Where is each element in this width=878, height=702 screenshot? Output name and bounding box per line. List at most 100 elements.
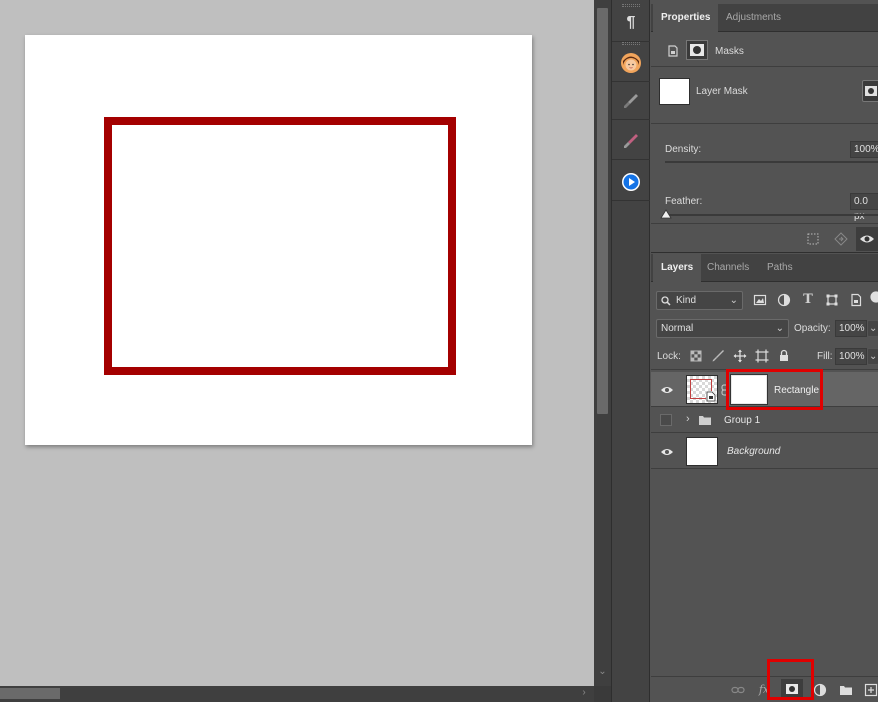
feather-label: Feather: bbox=[665, 196, 703, 207]
layer-row-background[interactable]: Background bbox=[651, 434, 878, 469]
play-circle-icon bbox=[622, 172, 640, 191]
mask-mode-button[interactable] bbox=[686, 40, 708, 60]
shape-filter-icon[interactable] bbox=[825, 293, 839, 307]
blend-row: Normal ⌄ Opacity: 100% ⌄ bbox=[651, 316, 878, 342]
horizontal-scroll-thumb[interactable] bbox=[0, 688, 60, 699]
adjustment-layer-icon[interactable] bbox=[813, 683, 827, 697]
eye-icon bbox=[661, 449, 673, 455]
brush-icon bbox=[624, 93, 638, 108]
pixel-mask-icon bbox=[690, 44, 704, 56]
folder-icon bbox=[699, 416, 711, 425]
vertical-scrollbar[interactable]: ⌄ bbox=[594, 0, 611, 686]
density-input[interactable]: 100% bbox=[850, 141, 878, 158]
right-panels: Properties Adjustments Masks Layer Mask … bbox=[651, 0, 878, 702]
document-canvas[interactable] bbox=[25, 35, 532, 445]
masks-title: Masks bbox=[715, 46, 744, 57]
layer-row-group-1[interactable]: › Group 1 bbox=[651, 408, 878, 433]
blend-mode-select[interactable]: Normal ⌄ bbox=[656, 319, 789, 338]
panel-icon-strip: ¶ bbox=[611, 0, 650, 702]
layer-mask-label: Layer Mask bbox=[696, 86, 748, 97]
filter-kind-value: Kind bbox=[676, 295, 697, 306]
lock-label: Lock: bbox=[657, 351, 681, 362]
density-row: Density: 100% bbox=[651, 125, 878, 177]
fill-dropdown[interactable]: ⌄ bbox=[867, 348, 878, 365]
search-icon bbox=[661, 296, 671, 306]
scroll-down-icon[interactable]: ⌄ bbox=[596, 666, 609, 680]
new-group-icon[interactable] bbox=[839, 683, 853, 697]
fill-input[interactable]: 100% bbox=[835, 348, 867, 365]
blend-mode-value: Normal bbox=[661, 323, 694, 334]
colored-brush-icon bbox=[624, 133, 638, 148]
layer-thumbnail-rectangle[interactable] bbox=[686, 375, 718, 404]
apply-mask-icon[interactable] bbox=[834, 232, 848, 246]
horizontal-scrollbar[interactable]: › bbox=[0, 686, 594, 702]
mask-icon bbox=[865, 86, 877, 96]
adjustment-filter-icon[interactable] bbox=[777, 293, 791, 307]
layer-mask-thumbnail[interactable] bbox=[659, 78, 690, 105]
tab-layers[interactable]: Layers bbox=[653, 254, 702, 282]
chevron-down-icon: ⌄ bbox=[869, 351, 878, 362]
actions-panel-button[interactable] bbox=[612, 163, 650, 201]
opacity-label: Opacity: bbox=[794, 323, 831, 334]
paragraph-panel-button[interactable]: ¶ bbox=[612, 4, 650, 42]
feather-row: Feather: 0.0 px bbox=[651, 178, 878, 224]
vertical-scroll-thumb[interactable] bbox=[597, 8, 608, 414]
layer-name-background[interactable]: Background bbox=[727, 446, 780, 457]
layer-visibility-toggle[interactable] bbox=[659, 444, 675, 460]
eye-icon bbox=[661, 387, 673, 393]
canvas-area[interactable] bbox=[0, 0, 594, 686]
filter-kind-select[interactable]: Kind ⌄ bbox=[656, 291, 743, 310]
tab-adjustments[interactable]: Adjustments bbox=[718, 4, 789, 32]
layer-mask-row: Layer Mask bbox=[651, 68, 878, 124]
layer-filter-row: Kind ⌄ T bbox=[651, 284, 878, 316]
properties-footer bbox=[651, 225, 878, 253]
face-icon bbox=[621, 52, 641, 73]
lock-transparent-icon[interactable] bbox=[689, 349, 703, 363]
highlight-add-mask-button bbox=[767, 659, 814, 700]
lock-artboard-icon[interactable] bbox=[755, 349, 769, 363]
load-selection-icon[interactable] bbox=[806, 232, 820, 246]
density-slider[interactable] bbox=[665, 161, 878, 163]
density-label: Density: bbox=[665, 144, 702, 155]
lock-pixels-icon[interactable] bbox=[711, 349, 725, 363]
highlight-mask-thumbnail bbox=[726, 369, 823, 410]
lock-all-icon[interactable] bbox=[777, 349, 791, 363]
layer-visibility-toggle[interactable] bbox=[659, 382, 675, 398]
opacity-dropdown[interactable]: ⌄ bbox=[867, 320, 878, 337]
tab-channels[interactable]: Channels bbox=[699, 254, 757, 282]
feather-slider[interactable] bbox=[665, 214, 878, 216]
character-panel-button[interactable] bbox=[612, 44, 650, 82]
smart-object-filter-icon[interactable] bbox=[849, 293, 863, 307]
pixel-layer-filter-icon[interactable] bbox=[753, 293, 767, 307]
layer-name-group-1[interactable]: Group 1 bbox=[724, 415, 760, 426]
brush-presets-button[interactable] bbox=[612, 122, 650, 160]
group-visibility-toggle[interactable] bbox=[660, 414, 672, 426]
expand-chevron-icon[interactable]: › bbox=[686, 413, 690, 425]
scrollbar-corner bbox=[594, 686, 611, 702]
chevron-down-icon: ⌄ bbox=[869, 323, 878, 334]
feather-input[interactable]: 0.0 px bbox=[850, 193, 878, 222]
chevron-down-icon: ⌄ bbox=[729, 295, 738, 306]
feather-slider-handle[interactable] bbox=[660, 209, 672, 220]
fill-label: Fill: bbox=[817, 351, 833, 362]
layers-bottom-bar: fx bbox=[651, 676, 878, 702]
rectangle-shape[interactable] bbox=[104, 117, 456, 375]
new-layer-icon[interactable] bbox=[864, 683, 878, 697]
smart-object-badge-icon bbox=[706, 391, 716, 402]
masks-header: Masks bbox=[651, 33, 878, 67]
layers-tabbar: Layers Channels Paths bbox=[651, 254, 878, 282]
filter-toggle-icon[interactable] bbox=[869, 290, 878, 304]
scroll-right-icon[interactable]: › bbox=[578, 687, 590, 701]
lock-position-icon[interactable] bbox=[733, 349, 747, 363]
tab-properties[interactable]: Properties bbox=[653, 4, 719, 32]
lock-row: Lock: Fill: 100% ⌄ bbox=[651, 344, 878, 370]
disable-mask-button[interactable] bbox=[856, 227, 878, 251]
brush-panel-button[interactable] bbox=[612, 82, 650, 120]
opacity-input[interactable]: 100% bbox=[835, 320, 867, 337]
properties-tabbar: Properties Adjustments bbox=[651, 4, 878, 32]
type-filter-icon[interactable]: T bbox=[801, 292, 815, 307]
link-layers-icon[interactable] bbox=[731, 683, 745, 697]
layer-thumbnail-background[interactable] bbox=[686, 437, 718, 466]
tab-paths[interactable]: Paths bbox=[759, 254, 801, 282]
vector-mask-button[interactable] bbox=[862, 80, 878, 102]
